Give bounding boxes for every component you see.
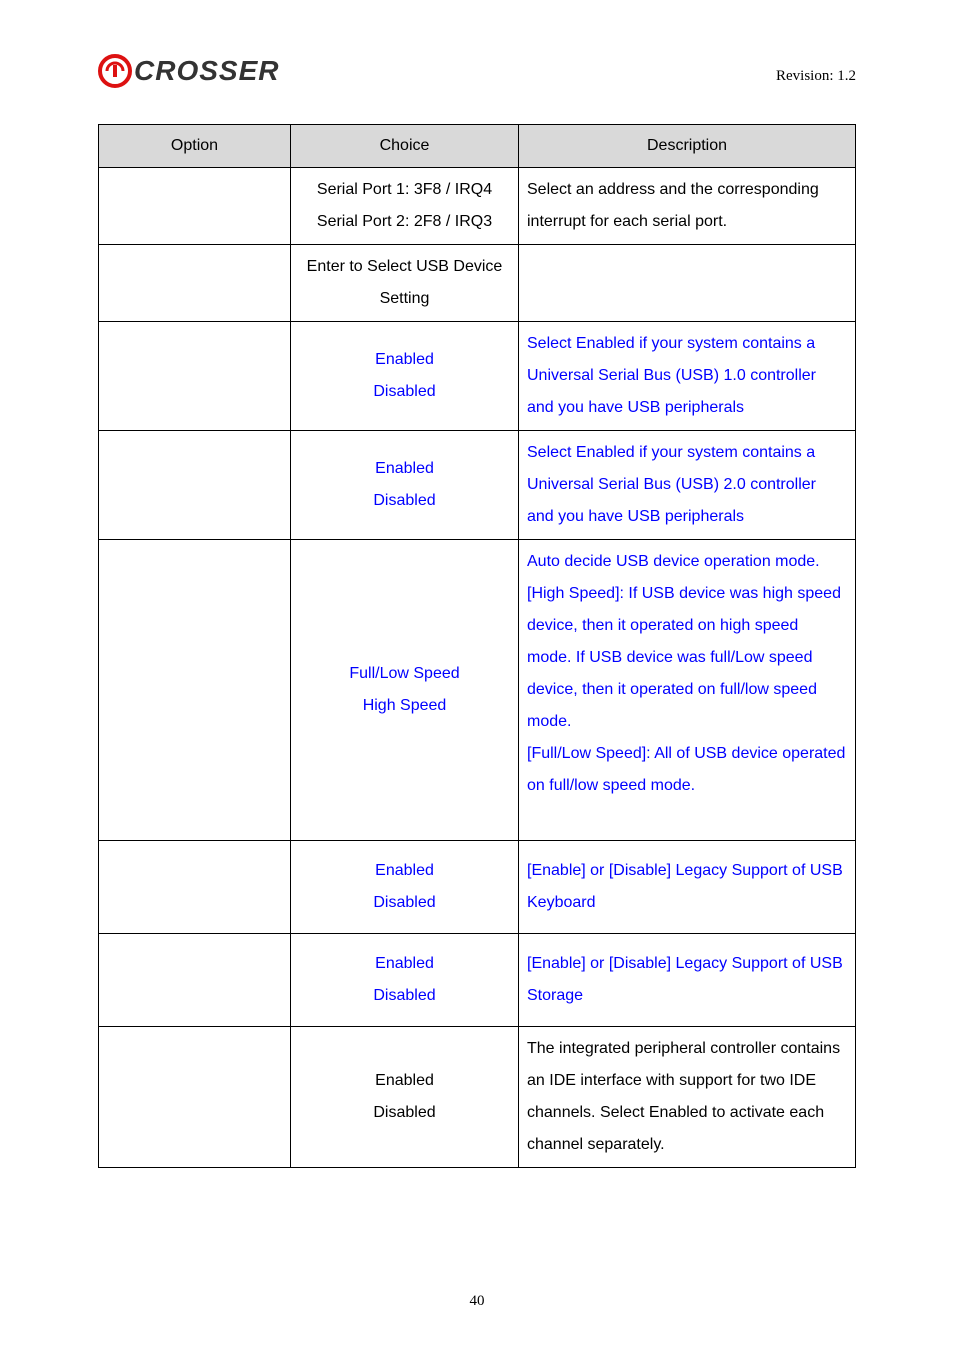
choice-text: Enabled [299, 453, 510, 485]
description-cell: [Enable] or [Disable] Legacy Support of … [519, 934, 856, 1027]
header-description: Description [519, 125, 856, 168]
choice-text: Serial Port 2: 2F8 / IRQ3 [299, 206, 510, 238]
table-header-row: Option Choice Description [99, 125, 856, 168]
description-text: [High Speed]: If USB device was high spe… [527, 578, 847, 738]
description-text [527, 802, 847, 834]
description-text [527, 267, 847, 299]
choice-cell: EnabledDisabled [291, 322, 519, 431]
header-choice: Choice [291, 125, 519, 168]
choice-text: Enabled [299, 948, 510, 980]
description-cell: Auto decide USB device operation mode.[H… [519, 540, 856, 841]
choice-text: High Speed [299, 690, 510, 722]
description-text: The integrated peripheral controller con… [527, 1033, 847, 1161]
option-cell [99, 540, 291, 841]
choice-text: Enter to Select USB Device Setting [299, 251, 510, 315]
description-cell: The integrated peripheral controller con… [519, 1027, 856, 1168]
choice-text: Enabled [299, 855, 510, 887]
option-cell [99, 431, 291, 540]
table-row: Serial Port 1: 3F8 / IRQ4Serial Port 2: … [99, 168, 856, 245]
choice-text: Disabled [299, 1097, 510, 1129]
description-cell: Select an address and the corresponding … [519, 168, 856, 245]
option-cell [99, 245, 291, 322]
choice-text: Enabled [299, 1065, 510, 1097]
description-text: [Enable] or [Disable] Legacy Support of … [527, 855, 847, 919]
choice-cell: Enter to Select USB Device Setting [291, 245, 519, 322]
logo-mark-icon [98, 54, 132, 88]
choice-text: Disabled [299, 376, 510, 408]
choice-text: Disabled [299, 485, 510, 517]
choice-text: Disabled [299, 887, 510, 919]
options-table: Option Choice Description Serial Port 1:… [98, 124, 856, 1168]
description-cell [519, 245, 856, 322]
description-cell: Select Enabled if your system contains a… [519, 322, 856, 431]
description-text: [Full/Low Speed]: All of USB device oper… [527, 738, 847, 802]
option-cell [99, 322, 291, 431]
choice-cell: EnabledDisabled [291, 841, 519, 934]
table-row: EnabledDisabledSelect Enabled if your sy… [99, 431, 856, 540]
description-text: [Enable] or [Disable] Legacy Support of … [527, 948, 847, 1012]
choice-text: Serial Port 1: 3F8 / IRQ4 [299, 174, 510, 206]
description-cell: Select Enabled if your system contains a… [519, 431, 856, 540]
revision-text: Revision: 1.2 [776, 68, 856, 85]
table-row: EnabledDisabledSelect Enabled if your sy… [99, 322, 856, 431]
choice-text: Enabled [299, 344, 510, 376]
description-text: Select Enabled if your system contains a… [527, 328, 847, 424]
logo-text: CROSSER [134, 55, 279, 87]
description-text: Auto decide USB device operation mode. [527, 546, 847, 578]
logo: CROSSER [98, 54, 279, 88]
choice-cell: EnabledDisabled [291, 934, 519, 1027]
option-cell [99, 934, 291, 1027]
option-cell [99, 841, 291, 934]
choice-cell: EnabledDisabled [291, 1027, 519, 1168]
description-cell: [Enable] or [Disable] Legacy Support of … [519, 841, 856, 934]
option-cell [99, 1027, 291, 1168]
option-cell [99, 168, 291, 245]
choice-cell: EnabledDisabled [291, 431, 519, 540]
table-row: Full/Low SpeedHigh SpeedAuto decide USB … [99, 540, 856, 841]
table-row: Enter to Select USB Device Setting [99, 245, 856, 322]
table-row: EnabledDisabled[Enable] or [Disable] Leg… [99, 934, 856, 1027]
header-option: Option [99, 125, 291, 168]
choice-text: Disabled [299, 980, 510, 1012]
table-row: EnabledDisabledThe integrated peripheral… [99, 1027, 856, 1168]
choice-cell: Full/Low SpeedHigh Speed [291, 540, 519, 841]
page-number: 40 [0, 1293, 954, 1310]
description-text: Select Enabled if your system contains a… [527, 437, 847, 533]
table-row: EnabledDisabled[Enable] or [Disable] Leg… [99, 841, 856, 934]
description-text: Select an address and the corresponding … [527, 174, 847, 238]
choice-text: Full/Low Speed [299, 658, 510, 690]
choice-cell: Serial Port 1: 3F8 / IRQ4Serial Port 2: … [291, 168, 519, 245]
